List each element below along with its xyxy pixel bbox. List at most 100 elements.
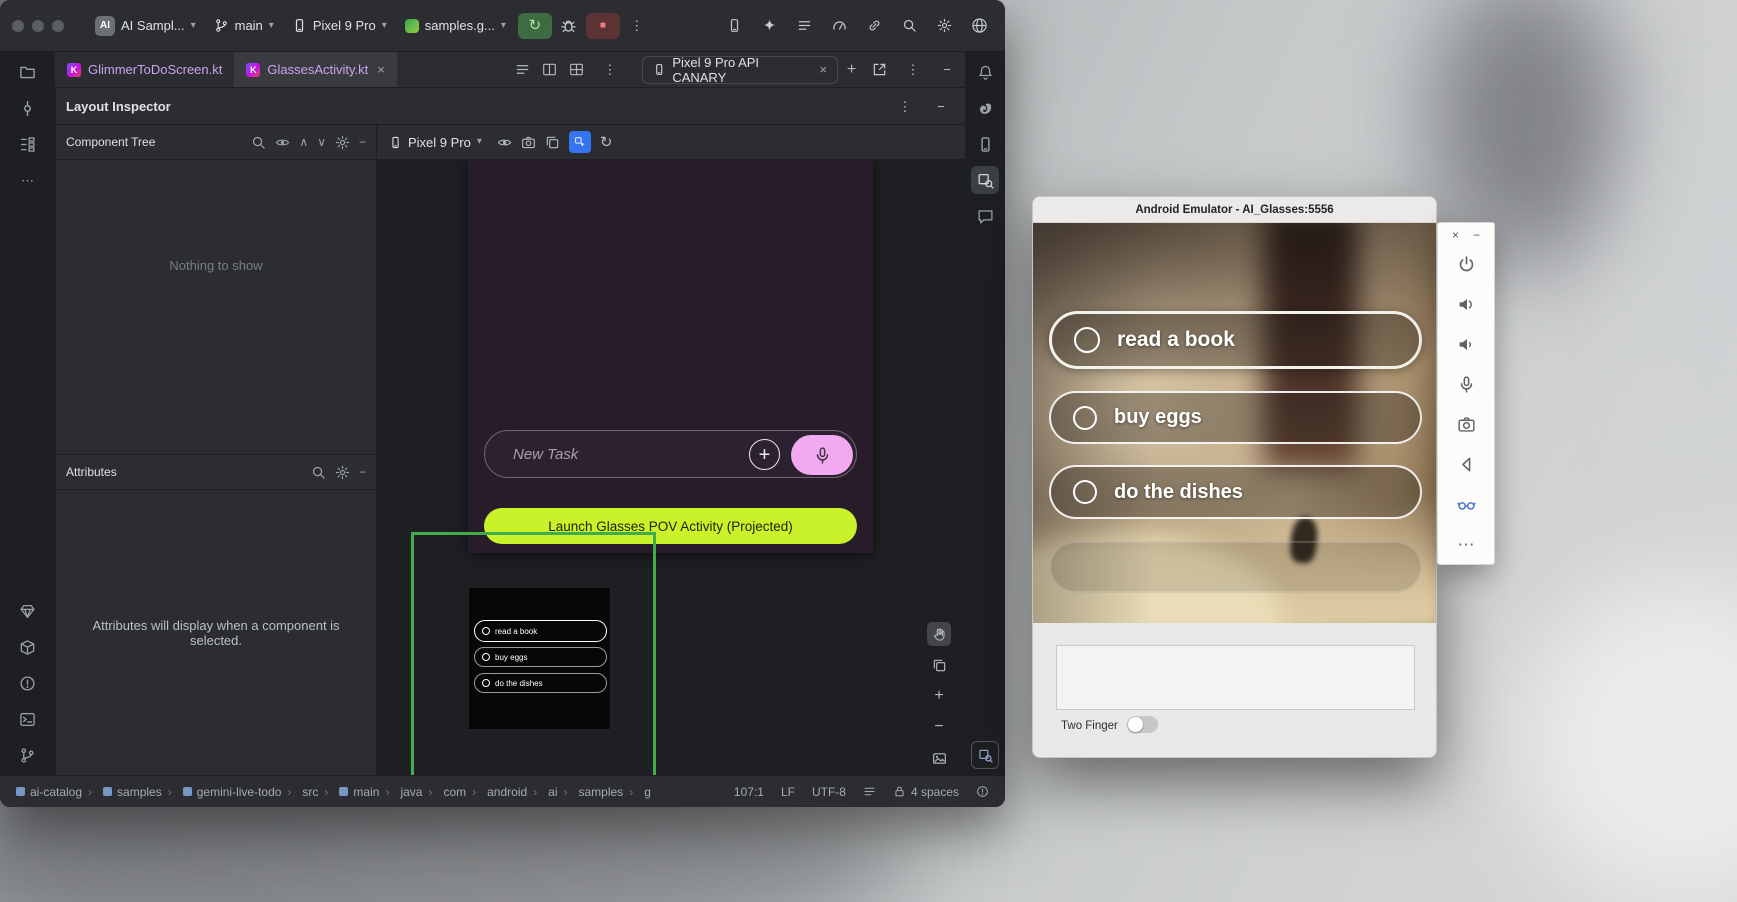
task-item-selected[interactable]: read a book <box>1049 311 1422 369</box>
zoom-in-button[interactable]: + <box>927 684 951 708</box>
run-more-options-button[interactable]: ⋮ <box>623 12 651 40</box>
back-button[interactable] <box>1448 444 1484 484</box>
emulator-text-input[interactable] <box>1056 645 1415 710</box>
hide-attributes-button[interactable]: − <box>359 466 366 478</box>
notifications-button[interactable] <box>971 58 999 86</box>
phone-screen-preview[interactable]: New Task + Launch Glasses POV Activity (… <box>468 160 873 553</box>
search-everywhere-button[interactable] <box>895 12 923 40</box>
layer-mode-button[interactable] <box>927 653 951 677</box>
build-tool-button[interactable] <box>14 633 42 661</box>
two-finger-toggle[interactable] <box>1127 716 1158 733</box>
device-manager-button[interactable] <box>971 130 999 158</box>
zoom-out-button[interactable]: − <box>927 715 951 739</box>
glasses-task-row[interactable]: buy eggs <box>474 647 607 667</box>
debug-button[interactable] <box>555 12 583 40</box>
more-tool-windows-button[interactable]: ⋯ <box>14 166 42 194</box>
expand-all-button[interactable]: ∨ <box>317 136 326 148</box>
gradle-tool-button[interactable] <box>971 94 999 122</box>
open-in-window-button[interactable] <box>865 56 893 84</box>
inspector-more-options-button[interactable]: ⋮ <box>891 92 919 120</box>
preview-snapshot-button[interactable] <box>521 135 536 150</box>
more-controls-button[interactable]: ⋯ <box>1448 524 1484 564</box>
voice-input-button[interactable] <box>791 435 853 475</box>
column-mode-widget[interactable] <box>863 785 876 798</box>
preview-visibility-button[interactable] <box>497 135 512 150</box>
refresh-preview-button[interactable]: ↻ <box>600 135 613 150</box>
encoding-widget[interactable]: UTF-8 <box>812 785 846 799</box>
microphone-button[interactable] <box>1448 364 1484 404</box>
preview-layers-button[interactable] <box>545 135 560 150</box>
task-radio-icon[interactable] <box>1073 480 1097 504</box>
device-selector[interactable]: Pixel 9 Pro ▾ <box>283 11 396 41</box>
cursor-position-widget[interactable]: 107:1 <box>734 785 764 799</box>
attributes-settings-button[interactable] <box>335 465 350 480</box>
run-configuration-selector[interactable]: samples.g... ▾ <box>396 11 515 41</box>
emulator-titlebar[interactable]: Android Emulator - AI_Glasses:5556 <box>1033 197 1436 223</box>
breadcrumb-item[interactable]: main <box>318 785 379 799</box>
dependencies-tool-button[interactable] <box>14 597 42 625</box>
breadcrumb-item[interactable]: samples <box>82 785 162 799</box>
indent-widget[interactable]: 4 spaces <box>893 785 959 799</box>
tree-search-button[interactable] <box>251 135 266 150</box>
glasses-task-row[interactable]: do the dishes <box>474 673 607 693</box>
preview-device-selector[interactable]: Pixel 9 Pro ▾ <box>389 135 482 150</box>
hide-tree-button[interactable]: − <box>359 136 366 148</box>
new-task-input[interactable]: New Task + <box>484 430 857 478</box>
structure-tool-button[interactable] <box>14 130 42 158</box>
assistant-chat-button[interactable] <box>971 202 999 230</box>
volume-down-button[interactable] <box>1448 324 1484 364</box>
breadcrumb-item[interactable]: g <box>623 785 651 799</box>
power-button[interactable] <box>1448 244 1484 284</box>
hide-inspector-button[interactable]: − <box>927 92 955 120</box>
task-item[interactable]: do the dishes <box>1049 465 1422 519</box>
breadcrumb-item[interactable]: android <box>466 785 527 799</box>
profile-button[interactable] <box>965 12 993 40</box>
close-toolbar-icon[interactable]: × <box>1452 229 1459 241</box>
minimize-toolbar-icon[interactable]: − <box>1473 229 1480 241</box>
running-devices-dock-button[interactable] <box>971 741 999 769</box>
glasses-task-row[interactable]: read a book <box>474 620 607 642</box>
add-device-button[interactable]: + <box>838 56 865 84</box>
task-radio-icon[interactable] <box>1074 327 1100 353</box>
minimize-window-button[interactable] <box>32 20 44 32</box>
line-separator-widget[interactable]: LF <box>781 785 795 799</box>
breadcrumb-item[interactable]: com <box>422 785 466 799</box>
version-control-tool-button[interactable] <box>14 741 42 769</box>
plugins-button[interactable] <box>860 12 888 40</box>
breadcrumb-item[interactable]: samples <box>558 785 624 799</box>
vcs-branch-selector[interactable]: main ▾ <box>205 11 283 41</box>
task-item[interactable]: buy eggs <box>1049 391 1422 444</box>
pan-mode-button[interactable] <box>927 622 951 646</box>
layout-inspector-tool-button[interactable] <box>971 166 999 194</box>
profiler-button[interactable] <box>825 12 853 40</box>
problems-tool-button[interactable] <box>14 669 42 697</box>
preview-canvas[interactable]: New Task + Launch Glasses POV Activity (… <box>377 160 965 775</box>
grid-layout-icon[interactable] <box>569 62 584 77</box>
zoom-to-fit-button[interactable] <box>927 746 951 770</box>
terminal-tool-button[interactable] <box>14 705 42 733</box>
tree-settings-button[interactable] <box>335 135 350 150</box>
attributes-search-button[interactable] <box>311 465 326 480</box>
commit-tool-button[interactable] <box>14 94 42 122</box>
device-streaming-button[interactable] <box>720 12 748 40</box>
close-tab-icon[interactable]: × <box>377 63 385 76</box>
collapse-all-button[interactable]: ∧ <box>299 136 308 148</box>
close-window-button[interactable] <box>12 20 24 32</box>
settings-button[interactable] <box>930 12 958 40</box>
tab-glassesactivity[interactable]: K GlassesActivity.kt × <box>234 52 396 87</box>
breadcrumb-item[interactable]: gemini-live-todo <box>162 785 282 799</box>
task-radio-icon[interactable] <box>1073 406 1097 430</box>
tree-visibility-button[interactable] <box>275 135 290 150</box>
inspections-widget[interactable] <box>976 785 989 798</box>
rerun-button[interactable]: ↻ <box>518 13 552 39</box>
hide-panel-button[interactable]: − <box>933 56 961 84</box>
volume-up-button[interactable] <box>1448 284 1484 324</box>
add-task-button[interactable]: + <box>749 439 780 470</box>
open-files-icon[interactable] <box>515 62 530 77</box>
panel-more-options-button[interactable]: ⋮ <box>899 56 927 84</box>
running-device-tab[interactable]: Pixel 9 Pro API CANARY × <box>642 56 838 84</box>
close-running-device-icon[interactable]: × <box>819 63 827 76</box>
breadcrumb-item[interactable]: java <box>379 785 422 799</box>
gemini-button[interactable] <box>755 12 783 40</box>
glasses-screen-preview[interactable]: read a book buy eggs do the dishes <box>468 587 611 730</box>
